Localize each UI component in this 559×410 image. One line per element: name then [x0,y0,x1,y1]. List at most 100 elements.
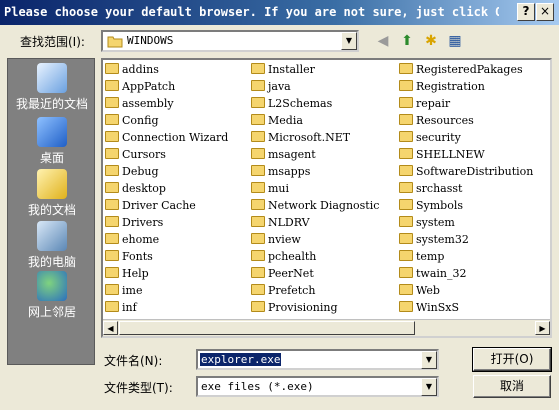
folder-name: mui [268,182,290,195]
scrollbar-thumb[interactable] [119,321,415,335]
folder-item[interactable]: L2Schemas [251,96,332,112]
folder-item[interactable]: Registration [399,79,485,95]
folder-item[interactable]: system32 [399,232,469,248]
scroll-left-icon[interactable]: ◀ [103,321,118,335]
folder-icon [105,63,119,74]
folder-item[interactable]: twain_32 [399,266,467,282]
title-bar: Please choose your default browser. If y… [0,0,559,25]
folder-icon [399,284,413,295]
folder-name: java [268,80,291,93]
folder-item[interactable]: Provisioning [251,300,338,316]
folder-item[interactable]: AppPatch [105,79,175,95]
folder-item[interactable]: Symbols [399,198,463,214]
folder-item[interactable]: Network Diagnostic [251,198,379,214]
place-label: 我的电脑 [27,255,76,269]
new-folder-icon[interactable]: ✱ [421,31,441,51]
place-my-documents[interactable]: 我的文档 [8,169,96,218]
folder-item[interactable]: temp [399,249,444,265]
folder-icon [105,182,119,193]
folder-item[interactable]: Web [399,283,440,299]
folder-name: SoftwareDistribution [416,165,534,178]
folder-item[interactable]: ime [105,283,142,299]
folder-item[interactable]: msagent [251,147,316,163]
folder-item[interactable]: srchasst [399,181,462,197]
cancel-button[interactable]: 取消 [473,375,551,398]
views-menu-icon[interactable]: ▦ [445,31,465,51]
open-button[interactable]: 打开(O) [472,347,552,372]
place-label: 我最近的文档 [15,97,88,111]
place-desktop[interactable]: 桌面 [8,117,96,166]
folder-item[interactable]: repair [399,96,450,112]
folder-item[interactable]: pchealth [251,249,316,265]
folder-icon [251,148,265,159]
folder-item[interactable]: Config [105,113,159,129]
filetype-select[interactable]: exe files (*.exe) ▼ [196,376,439,397]
folder-name: Config [122,114,159,127]
folder-name: Prefetch [268,284,316,297]
folder-item[interactable]: Resources [399,113,474,129]
folder-item[interactable]: Driver Cache [105,198,196,214]
folder-item[interactable]: assembly [105,96,174,112]
folder-item[interactable]: Cursors [105,147,166,163]
folder-name: msagent [268,148,316,161]
folder-item[interactable]: Installer [251,62,315,78]
folder-item[interactable]: Fonts [105,249,153,265]
chevron-down-icon[interactable]: ▼ [421,378,437,396]
place-network-places[interactable]: 网上邻居 [8,271,96,320]
folder-item[interactable]: Prefetch [251,283,315,299]
folder-item[interactable]: Microsoft.NET [251,130,350,146]
folder-item[interactable]: WinSxS [399,300,459,316]
folder-name: repair [416,97,451,110]
folder-item[interactable]: Debug [105,164,159,180]
folder-item[interactable]: ehome [105,232,159,248]
folder-item[interactable]: mui [251,181,289,197]
folder-item[interactable]: security [399,130,461,146]
lookin-combo[interactable]: WINDOWS ▼ [101,30,359,52]
horizontal-scrollbar[interactable]: ◀ ▶ [103,319,550,336]
folder-item[interactable]: desktop [105,181,166,197]
file-list[interactable]: addins AppPatch assembly Config Connection W… [101,58,552,338]
filetype-label: 文件类型(T): [104,381,173,395]
folder-icon [251,199,265,210]
folder-item[interactable]: NLDRV [251,215,310,231]
folder-icon [399,114,413,125]
folder-name: Debug [122,165,159,178]
folder-icon [399,267,413,278]
scroll-right-icon[interactable]: ▶ [535,321,550,335]
folder-icon [251,114,265,125]
folder-item[interactable]: inf [105,300,137,316]
folder-icon [399,233,413,244]
folder-icon [399,199,413,210]
folder-item[interactable]: nview [251,232,301,248]
folder-item[interactable]: msapps [251,164,310,180]
folder-item[interactable]: RegisteredPakages [399,62,523,78]
chevron-down-icon[interactable]: ▼ [341,32,357,50]
close-button[interactable]: × [536,3,554,21]
desktop-icon [37,117,67,147]
folder-item[interactable]: SoftwareDistribution [399,164,533,180]
folder-item[interactable]: addins [105,62,159,78]
folder-name: system [416,216,455,229]
filename-input[interactable]: explorer.exe ▼ [196,349,439,370]
folder-item[interactable]: Drivers [105,215,163,231]
back-icon[interactable]: ◀ [373,31,393,51]
chevron-down-icon[interactable]: ▼ [421,351,437,369]
folder-name: Help [122,267,149,280]
place-my-computer[interactable]: 我的电脑 [8,221,96,270]
up-folder-icon[interactable]: ⬆ [397,31,417,51]
folder-name: twain_32 [416,267,467,280]
folder-name: Connection Wizard [122,131,229,144]
folder-item[interactable]: Help [105,266,149,282]
folder-item[interactable]: java [251,79,291,95]
folder-item[interactable]: system [399,215,455,231]
place-recent-documents[interactable]: 我最近的文档 [8,63,96,112]
help-button[interactable]: ? [517,3,535,21]
folder-item[interactable]: Media [251,113,303,129]
folder-item[interactable]: PeerNet [251,266,314,282]
folder-item[interactable]: SHELLNEW [399,147,485,163]
folder-icon [251,233,265,244]
folder-name: temp [416,250,445,263]
folder-icon [251,63,265,74]
folder-item[interactable]: Connection Wizard [105,130,228,146]
places-bar: 我最近的文档 桌面 我的文档 我的电脑 网上邻居 [7,58,95,365]
